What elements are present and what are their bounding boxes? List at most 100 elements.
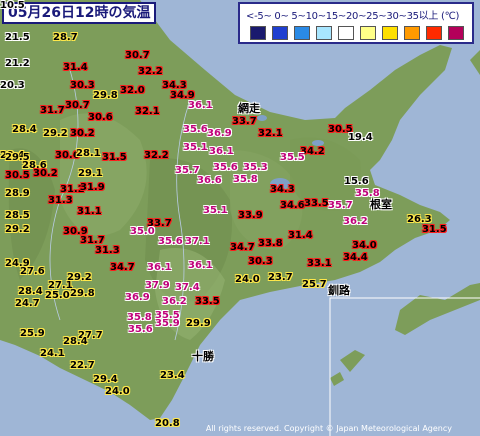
station-temperature-label: 29.5 bbox=[5, 152, 30, 163]
station-temperature-label: 33.5 bbox=[304, 198, 329, 209]
station-temperature-label: 30.6 bbox=[88, 112, 113, 123]
station-temperature-label: 31.5 bbox=[422, 224, 447, 235]
station-temperature-label: 32.1 bbox=[135, 106, 160, 117]
temperature-map: 05月26日12時の気温 <-5~ 0~ 5~10~15~20~25~30~35… bbox=[0, 0, 480, 436]
station-temperature-label: 28.4 bbox=[18, 286, 43, 297]
station-temperature-label: 33.7 bbox=[232, 116, 257, 127]
station-temperature-label: 24.7 bbox=[15, 298, 40, 309]
station-temperature-label: 36.2 bbox=[162, 296, 187, 307]
legend-swatch bbox=[404, 26, 420, 40]
station-temperature-label: 29.2 bbox=[43, 128, 68, 139]
legend-swatch bbox=[250, 26, 266, 40]
station-temperature-label: 31.4 bbox=[288, 230, 313, 241]
station-temperature-label: 28.7 bbox=[53, 32, 78, 43]
station-temperature-label: 28.1 bbox=[76, 148, 101, 159]
station-temperature-label: 33.9 bbox=[238, 210, 263, 221]
station-temperature-label: 21.5 bbox=[5, 32, 30, 43]
station-temperature-label: 23.4 bbox=[160, 370, 185, 381]
station-temperature-label: 37.1 bbox=[185, 236, 210, 247]
station-temperature-label: 34.4 bbox=[343, 252, 368, 263]
station-temperature-label: 34.3 bbox=[270, 184, 295, 195]
station-temperature-label: 19.4 bbox=[348, 132, 373, 143]
station-temperature-label: 27.6 bbox=[20, 266, 45, 277]
station-temperature-label: 30.7 bbox=[125, 50, 150, 61]
station-temperature-label: 15.6 bbox=[344, 176, 369, 187]
station-temperature-label: 31.3 bbox=[48, 195, 73, 206]
legend-swatch bbox=[316, 26, 332, 40]
station-temperature-label: 28.5 bbox=[5, 210, 30, 221]
station-temperature-label: 25.9 bbox=[20, 328, 45, 339]
station-temperature-label: 31.7 bbox=[40, 105, 65, 116]
station-temperature-label: 33.8 bbox=[258, 238, 283, 249]
station-temperature-label: 24.0 bbox=[105, 386, 130, 397]
station-temperature-label: 21.2 bbox=[5, 58, 30, 69]
station-temperature-label: 29.8 bbox=[93, 90, 118, 101]
station-temperature-label: 35.6 bbox=[128, 324, 153, 335]
station-temperature-label: 35.8 bbox=[127, 312, 152, 323]
station-temperature-label: 28.4 bbox=[63, 336, 88, 347]
station-temperature-label: 31.9 bbox=[80, 182, 105, 193]
station-temperature-label: 32.2 bbox=[138, 66, 163, 77]
station-temperature-label: 36.1 bbox=[188, 100, 213, 111]
legend-scale-text: <-5~ 0~ 5~10~15~20~25~30~35以上 (℃) bbox=[246, 11, 460, 22]
station-temperature-label: 34.6 bbox=[280, 200, 305, 211]
station-temperature-label: 22.7 bbox=[70, 360, 95, 371]
station-temperature-label: 35.0 bbox=[130, 226, 155, 237]
station-temperature-label: 36.1 bbox=[209, 146, 234, 157]
copyright-notice: All rights reserved. Copyright © Japan M… bbox=[205, 424, 452, 433]
station-temperature-label: 35.6 bbox=[213, 162, 238, 173]
station-temperature-label: 35.1 bbox=[183, 142, 208, 153]
legend-swatch bbox=[272, 26, 288, 40]
station-temperature-label: 25.0 bbox=[45, 290, 70, 301]
station-temperature-label: 25.7 bbox=[302, 279, 327, 290]
station-temperature-label: 34.7 bbox=[230, 242, 255, 253]
station-temperature-label: 10.5 bbox=[0, 0, 25, 11]
station-temperature-label: 36.1 bbox=[147, 262, 172, 273]
city-label-abashiri: 網走 bbox=[238, 102, 260, 115]
station-temperature-label: 20.3 bbox=[0, 80, 25, 91]
station-temperature-label: 30.7 bbox=[65, 100, 90, 111]
station-temperature-label: 31.3 bbox=[95, 245, 120, 256]
station-temperature-label: 32.2 bbox=[144, 150, 169, 161]
station-temperature-label: 29.1 bbox=[78, 168, 103, 179]
city-label-kushiro: 釧路 bbox=[328, 284, 350, 297]
station-temperature-label: 24.1 bbox=[40, 348, 65, 359]
station-temperature-label: 36.9 bbox=[207, 128, 232, 139]
station-temperature-label: 33.1 bbox=[307, 258, 332, 269]
station-temperature-label: 36.1 bbox=[188, 260, 213, 271]
city-label-tokachi: 十勝 bbox=[192, 350, 214, 363]
temperature-legend: <-5~ 0~ 5~10~15~20~25~30~35以上 (℃) bbox=[238, 2, 474, 44]
station-temperature-label: 23.7 bbox=[268, 272, 293, 283]
station-temperature-label: 28.9 bbox=[5, 188, 30, 199]
map-title: 05月26日12時の気温 bbox=[2, 2, 157, 24]
station-temperature-label: 37.4 bbox=[175, 282, 200, 293]
station-temperature-label: 35.3 bbox=[243, 162, 268, 173]
legend-swatch bbox=[448, 26, 464, 40]
legend-swatch bbox=[338, 26, 354, 40]
station-temperature-label: 31.1 bbox=[77, 206, 102, 217]
station-temperature-label: 35.9 bbox=[155, 318, 180, 329]
station-temperature-label: 24.0 bbox=[235, 274, 260, 285]
station-temperature-label: 30.3 bbox=[70, 80, 95, 91]
station-temperature-label: 31.4 bbox=[63, 62, 88, 73]
station-temperature-label: 36.2 bbox=[343, 216, 368, 227]
station-temperature-label: 20.8 bbox=[155, 418, 180, 429]
station-temperature-label: 33.5 bbox=[195, 296, 220, 307]
legend-swatch bbox=[294, 26, 310, 40]
station-temperature-label: 35.6 bbox=[183, 124, 208, 135]
station-temperature-label: 30.2 bbox=[33, 168, 58, 179]
station-temperature-label: 37.9 bbox=[145, 280, 170, 291]
station-temperature-label: 36.6 bbox=[197, 175, 222, 186]
legend-swatch bbox=[382, 26, 398, 40]
station-temperature-label: 35.7 bbox=[175, 165, 200, 176]
station-temperature-label: 29.9 bbox=[186, 318, 211, 329]
station-temperature-label: 32.0 bbox=[120, 85, 145, 96]
station-temperature-label: 30.2 bbox=[70, 128, 95, 139]
station-temperature-label: 29.2 bbox=[5, 224, 30, 235]
legend-swatch bbox=[360, 26, 376, 40]
station-temperature-label: 35.8 bbox=[233, 174, 258, 185]
station-temperature-label: 32.1 bbox=[258, 128, 283, 139]
station-temperature-label: 29.4 bbox=[93, 374, 118, 385]
station-temperature-label: 35.5 bbox=[280, 152, 305, 163]
station-temperature-label: 34.0 bbox=[352, 240, 377, 251]
